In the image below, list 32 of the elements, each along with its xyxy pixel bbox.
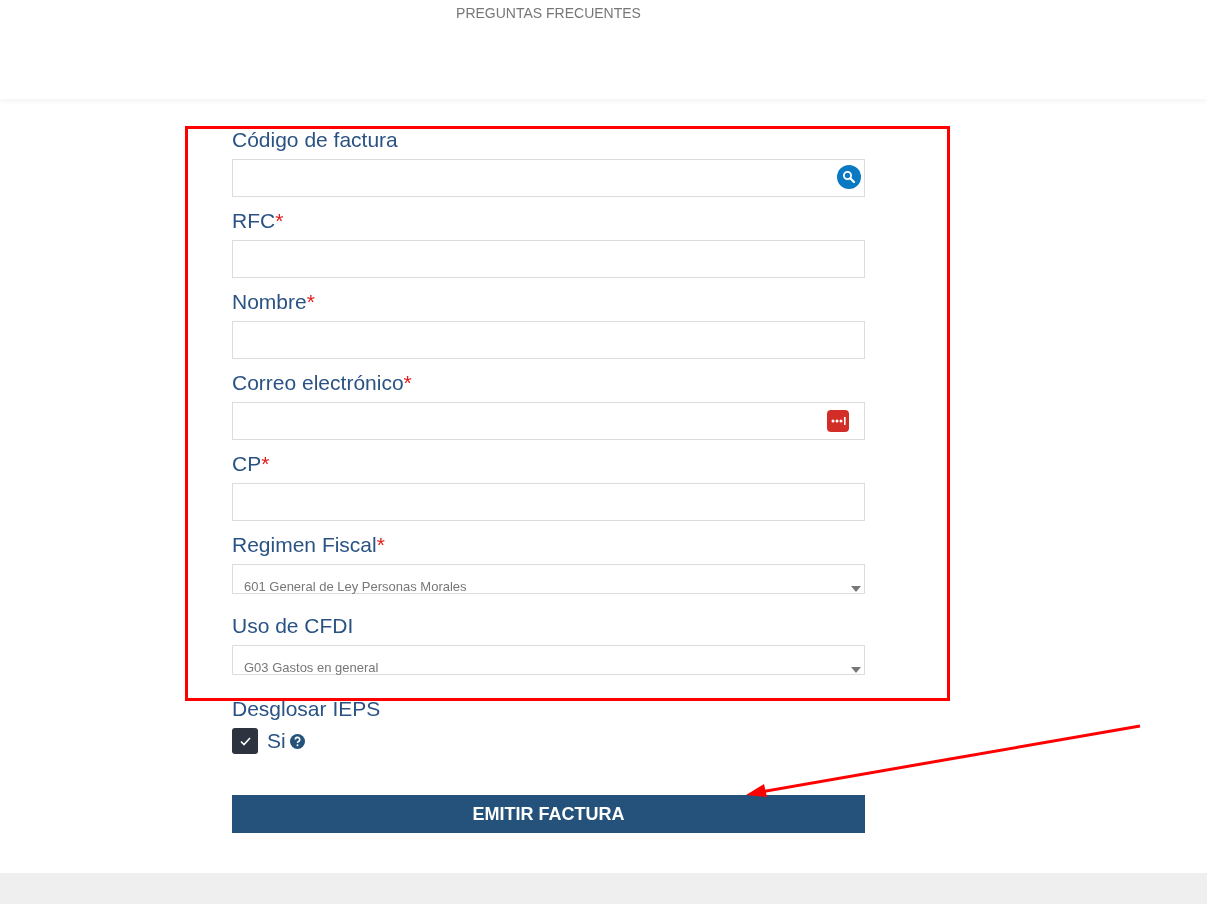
- checkbox-label: Si: [267, 728, 286, 754]
- input-field[interactable]: [232, 240, 865, 278]
- input-field[interactable]: [232, 321, 865, 359]
- required-mark: *: [376, 532, 385, 558]
- submit-button[interactable]: EMITIR FACTURA: [232, 795, 865, 833]
- input-field[interactable]: [232, 483, 865, 521]
- field-label: Regimen Fiscal: [232, 532, 377, 558]
- field-label: Uso de CFDI: [232, 613, 354, 639]
- nav-link[interactable]: PREGUNTAS FRECUENTES: [456, 4, 641, 22]
- checkbox[interactable]: [232, 728, 258, 754]
- select-field[interactable]: G03 Gastos en general: [232, 645, 865, 675]
- password-manager-icon[interactable]: [827, 410, 849, 432]
- search-icon[interactable]: [837, 165, 861, 189]
- required-mark: *: [261, 451, 270, 477]
- field-label: Correo electrónico: [232, 370, 404, 396]
- field-label: Código de factura: [232, 127, 398, 153]
- field-label: Nombre: [232, 289, 307, 315]
- input-field[interactable]: [232, 402, 865, 440]
- select-value: 601 General de Ley Personas Morales: [244, 579, 467, 594]
- help-icon[interactable]: [289, 733, 305, 749]
- required-mark: *: [403, 370, 412, 396]
- field-label: RFC: [232, 208, 276, 234]
- section-label: Desglosar IEPS: [232, 696, 382, 722]
- caret-icon: [851, 586, 861, 592]
- caret-icon: [851, 667, 861, 673]
- select-value: G03 Gastos en general: [244, 660, 379, 675]
- check-icon: [239, 736, 251, 746]
- field-label: CP: [232, 451, 262, 477]
- required-mark: *: [306, 289, 315, 315]
- select-field[interactable]: 601 General de Ley Personas Morales: [232, 564, 865, 594]
- input-field[interactable]: [232, 159, 865, 197]
- required-mark: *: [275, 208, 284, 234]
